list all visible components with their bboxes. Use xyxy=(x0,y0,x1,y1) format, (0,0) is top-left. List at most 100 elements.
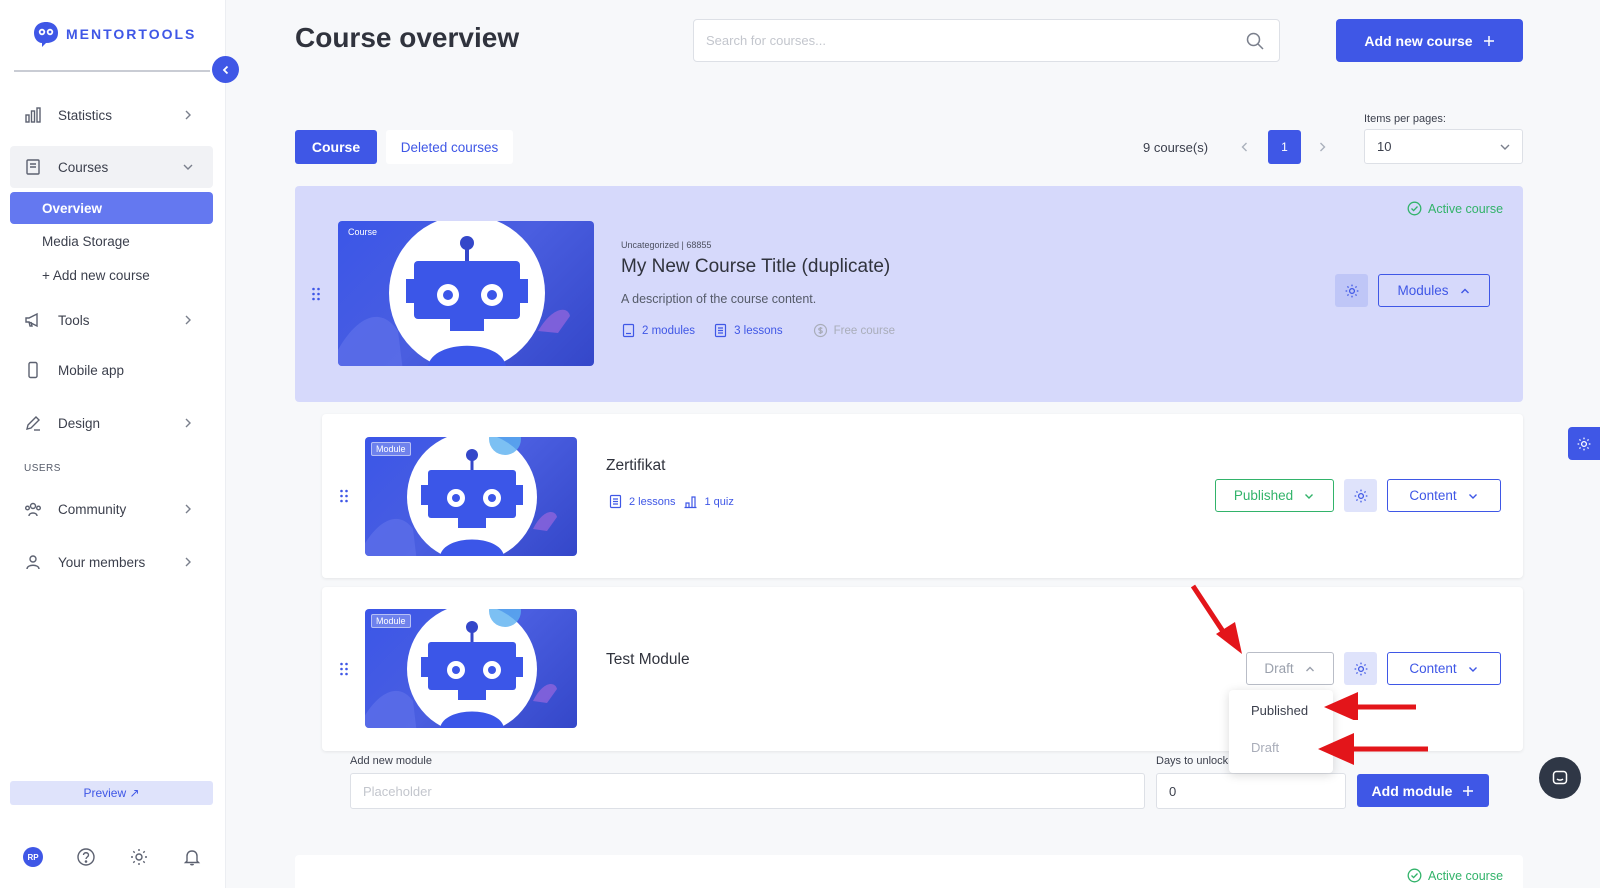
price-label: Free course xyxy=(833,324,896,337)
items-per-page-select[interactable]: 10 xyxy=(1364,129,1523,164)
avatar[interactable]: RP xyxy=(23,847,43,867)
module-stats: 2 lessons 1 quiz xyxy=(608,494,734,509)
module-card: Module Test Module Draft Content xyxy=(322,587,1523,751)
module-thumbnail[interactable]: Module xyxy=(365,437,577,556)
content-dropdown-button[interactable]: Content xyxy=(1387,652,1501,685)
course-settings-button[interactable] xyxy=(1335,274,1368,307)
modules-count-label: 2 modules xyxy=(642,324,696,337)
next-page-icon[interactable] xyxy=(1315,140,1329,154)
sidebar-item-label: Mobile app xyxy=(58,362,125,378)
chevron-right-icon xyxy=(185,315,191,325)
add-module-button-label: Add module xyxy=(1371,782,1453,799)
module-name-input[interactable] xyxy=(351,774,1144,808)
sidebar-item-label: Tools xyxy=(58,312,90,328)
days-to-unlock-input[interactable] xyxy=(1157,774,1345,808)
add-module-field xyxy=(350,773,1145,809)
logo-text: MENTORTOOLS xyxy=(66,26,197,42)
sidebar: MENTORTOOLS Statistics Courses Overview … xyxy=(0,0,226,888)
sidebar-item-tools[interactable]: Tools xyxy=(10,299,213,341)
modules-count[interactable]: 2 modules xyxy=(621,323,695,338)
sidebar-footer: RP xyxy=(23,847,202,867)
chevron-up-icon xyxy=(1460,288,1469,293)
collapse-sidebar-button[interactable] xyxy=(212,56,239,83)
status-dropdown-draft[interactable]: Draft xyxy=(1246,652,1334,685)
active-course-badge: Active course xyxy=(1407,201,1503,216)
course-card: Active course xyxy=(295,855,1523,888)
drag-handle-icon[interactable] xyxy=(339,488,349,504)
floating-settings-button[interactable] xyxy=(1568,427,1600,460)
lessons-count-label: 3 lessons xyxy=(734,324,783,337)
course-count: 9 course(s) xyxy=(1143,140,1209,155)
sidebar-subitem-add-new-course[interactable]: + Add new course xyxy=(10,259,213,291)
content-dropdown-button[interactable]: Content xyxy=(1387,479,1501,512)
people-icon xyxy=(24,500,42,518)
lessons-count-label: 2 lessons xyxy=(629,495,676,508)
drag-handle-icon[interactable] xyxy=(311,286,321,302)
course-stats: 2 modules 3 lessons Free course xyxy=(621,323,895,338)
sidebar-item-label: Your members xyxy=(58,554,146,570)
gear-icon xyxy=(1354,489,1367,502)
users-section-label: USERS xyxy=(24,463,61,474)
plus-icon xyxy=(1483,35,1494,46)
days-to-unlock-label: Days to unlock xyxy=(1156,755,1228,767)
search-input[interactable] xyxy=(694,20,1279,61)
tab-deleted-courses[interactable]: Deleted courses xyxy=(386,130,513,164)
status-option-draft[interactable]: Draft xyxy=(1251,740,1279,755)
tab-course[interactable]: Course xyxy=(295,130,377,164)
sidebar-item-label: Design xyxy=(58,415,101,431)
chevron-down-icon xyxy=(1500,144,1510,150)
modules-button-label: Modules xyxy=(1397,283,1449,298)
course-title[interactable]: My New Course Title (duplicate) xyxy=(621,256,890,278)
chat-support-button[interactable] xyxy=(1539,757,1581,799)
modules-toggle-button[interactable]: Modules xyxy=(1378,274,1490,307)
check-circle-icon xyxy=(1407,868,1422,883)
status-label: Published xyxy=(1233,488,1294,503)
status-dropdown-published[interactable]: Published xyxy=(1215,479,1334,512)
chevron-down-icon xyxy=(1468,493,1477,499)
book-icon xyxy=(622,323,635,338)
gear-icon xyxy=(1354,662,1367,675)
annotation-arrow-icon xyxy=(1324,692,1416,720)
quiz-count-label: 1 quiz xyxy=(704,495,734,508)
sidebar-item-statistics[interactable]: Statistics xyxy=(10,94,213,136)
gear-icon xyxy=(1577,437,1591,450)
quiz-count[interactable]: 1 quiz xyxy=(683,494,734,509)
search-icon[interactable] xyxy=(1245,31,1265,51)
drag-handle-icon[interactable] xyxy=(339,661,349,677)
course-description: A description of the course content. xyxy=(621,292,817,306)
course-thumbnail[interactable]: Course xyxy=(338,221,594,366)
module-thumbnail[interactable]: Module xyxy=(365,609,577,728)
help-icon[interactable] xyxy=(76,847,96,867)
sidebar-item-your-members[interactable]: Your members xyxy=(10,541,213,583)
lessons-count[interactable]: 3 lessons xyxy=(713,323,783,338)
page-title: Course overview xyxy=(295,22,520,53)
module-title[interactable]: Zertifikat xyxy=(606,457,665,475)
module-title[interactable]: Test Module xyxy=(606,651,690,669)
search-box xyxy=(693,19,1280,62)
sidebar-item-community[interactable]: Community xyxy=(10,488,213,530)
preview-button[interactable]: Preview ↗ xyxy=(10,781,213,805)
sidebar-item-label: Community xyxy=(58,501,127,517)
lessons-count[interactable]: 2 lessons xyxy=(608,494,675,509)
bell-icon[interactable] xyxy=(182,847,202,867)
prev-page-icon[interactable] xyxy=(1238,140,1252,154)
sidebar-subitem-media-storage[interactable]: Media Storage xyxy=(10,225,213,257)
module-settings-button[interactable] xyxy=(1344,652,1377,685)
status-option-published[interactable]: Published xyxy=(1251,703,1308,718)
sidebar-item-mobile-app[interactable]: Mobile app xyxy=(10,349,213,391)
coin-icon xyxy=(813,323,827,338)
megaphone-icon xyxy=(24,311,42,329)
pen-icon xyxy=(24,414,42,432)
sidebar-subitem-overview[interactable]: Overview xyxy=(10,192,213,224)
sidebar-item-design[interactable]: Design xyxy=(10,402,213,444)
add-new-course-button[interactable]: Add new course xyxy=(1336,19,1523,62)
add-module-button[interactable]: Add module xyxy=(1357,774,1489,807)
phone-icon xyxy=(24,361,42,379)
gear-icon[interactable] xyxy=(129,847,149,867)
days-to-unlock-field xyxy=(1156,773,1346,809)
page-1-button[interactable]: 1 xyxy=(1268,130,1301,164)
sidebar-item-courses[interactable]: Courses xyxy=(10,146,213,188)
check-circle-icon xyxy=(1407,201,1422,216)
logo[interactable]: MENTORTOOLS xyxy=(32,20,196,48)
module-settings-button[interactable] xyxy=(1344,479,1377,512)
